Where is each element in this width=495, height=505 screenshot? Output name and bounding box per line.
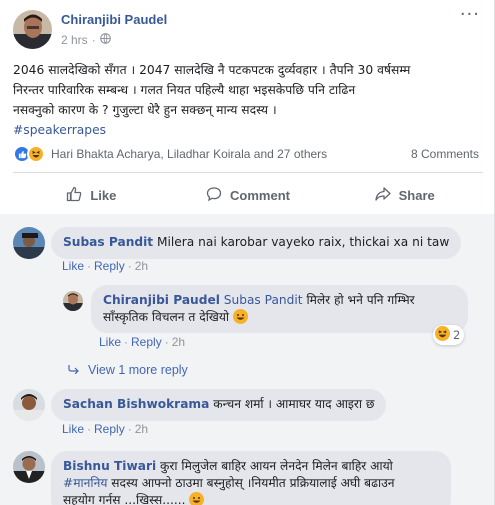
comment-button[interactable]: Comment bbox=[170, 177, 327, 213]
comment-label: Comment bbox=[230, 187, 290, 203]
share-button[interactable]: Share bbox=[326, 177, 483, 213]
reply-like-link[interactable]: Like bbox=[99, 335, 121, 349]
globe-icon bbox=[99, 33, 111, 47]
comment-like-link[interactable]: Like bbox=[62, 422, 84, 436]
hashtag-link[interactable]: #speakerrapes bbox=[13, 120, 483, 140]
commenter-name[interactable]: Subas Pandit bbox=[63, 235, 153, 249]
replier-avatar[interactable] bbox=[63, 291, 83, 311]
post-time[interactable]: 2 hrs bbox=[61, 33, 88, 47]
comment-text: कुरा मिलुजेल बाहिर आयन लेनदेन मिलेन बाहि… bbox=[160, 459, 393, 473]
reaction-count: 2 bbox=[453, 328, 461, 342]
reply-time[interactable]: 2h bbox=[172, 335, 185, 349]
reply-text: मिलेर हो भने पनि गम्भिर bbox=[306, 293, 415, 307]
comment-reply-link[interactable]: Reply bbox=[94, 422, 125, 436]
comment-text: कन्चन शर्मा । आमाघर याद आइरा छ bbox=[213, 397, 375, 411]
grin-emoji-icon bbox=[189, 492, 205, 505]
hashtag-link[interactable]: #माननिय bbox=[63, 476, 107, 490]
commenter-avatar[interactable] bbox=[13, 389, 45, 421]
share-label: Share bbox=[398, 187, 435, 203]
reply-actions: Like · Reply · 2h bbox=[99, 335, 186, 349]
commenter-avatar[interactable] bbox=[13, 451, 45, 483]
commenter-name[interactable]: Bishnu Tiwari bbox=[63, 459, 156, 473]
comment-reply-link[interactable]: Reply bbox=[94, 259, 125, 273]
comment-time[interactable]: 2h bbox=[135, 259, 148, 273]
post-text-line: नसक्नुको कारण के ? गुजुल्टा धेरै हुन सक्… bbox=[13, 103, 277, 117]
commenter-avatar[interactable] bbox=[13, 227, 45, 259]
mention-link[interactable]: Subas Pandit bbox=[224, 293, 303, 307]
post-text-line: निरन्तर पारिवारिक सम्बन्ध । गलत नियत पहि… bbox=[13, 83, 356, 97]
comment-text: Milera nai karobar vayeko raix, thickai … bbox=[157, 235, 450, 249]
author-name[interactable]: Chiranjibi Paudel bbox=[61, 12, 167, 27]
reactions-summary: Hari Bhakta Acharya, Liladhar Koirala an… bbox=[13, 145, 483, 163]
more-options-icon[interactable]: ··· bbox=[460, 4, 480, 25]
haha-reaction-icon bbox=[435, 326, 450, 344]
comment-text: सहयोग गर्नस ...खिस्स...... bbox=[63, 493, 186, 505]
share-arrow-icon bbox=[374, 186, 391, 205]
comment-text: सदस्य आफ्नो ठाउमा बस्नुहोस् ।नियमीत प्रक… bbox=[107, 476, 395, 490]
author-avatar[interactable] bbox=[13, 10, 52, 49]
haha-reaction-icon[interactable] bbox=[27, 145, 45, 163]
comment-actions: Like · Reply · 2h bbox=[62, 259, 149, 273]
comment-actions: Like · Reply · 2h bbox=[62, 422, 149, 436]
reply-text: साँस्कृतिक विचलन त देखियो bbox=[103, 310, 230, 324]
thumbs-up-icon bbox=[66, 186, 82, 205]
divider bbox=[13, 172, 483, 173]
reply-reply-link[interactable]: Reply bbox=[131, 335, 162, 349]
comment-item: Subas Pandit Milera nai karobar vayeko r… bbox=[13, 227, 462, 259]
facebook-post: Chiranjibi Paudel 2 hrs · ··· 2046 सालदे… bbox=[0, 0, 495, 505]
like-label: Like bbox=[90, 187, 117, 203]
like-button[interactable]: Like bbox=[13, 177, 170, 213]
post-text: 2046 सालदेखिको सँगत । 2047 सालदेखि नै पट… bbox=[13, 60, 483, 140]
post-actions: Like Comment Share bbox=[13, 177, 483, 213]
comments-count[interactable]: 8 Comments bbox=[411, 147, 479, 161]
grin-emoji-icon bbox=[232, 309, 248, 324]
replier-name[interactable]: Chiranjibi Paudel bbox=[103, 293, 220, 307]
comment-item: Bishnu Tiwari कुरा मिलुजेल बाहिर आयन लेन… bbox=[13, 451, 451, 505]
comment-like-link[interactable]: Like bbox=[62, 259, 84, 273]
post-text-line: 2046 सालदेखिको सँगत । 2047 सालदेखि नै पट… bbox=[13, 63, 411, 77]
commenter-name[interactable]: Sachan Bishwokrama bbox=[63, 397, 209, 411]
reply-reaction-badge[interactable]: 2 bbox=[433, 325, 465, 345]
view-more-label: View 1 more reply bbox=[88, 363, 188, 377]
post-header: Chiranjibi Paudel 2 hrs · bbox=[13, 10, 167, 49]
comment-item: Sachan Bishwokrama कन्चन शर्मा । आमाघर य… bbox=[13, 389, 387, 421]
comment-time[interactable]: 2h bbox=[135, 422, 148, 436]
reply-item: Chiranjibi Paudel Subas Pandit मिलेर हो … bbox=[63, 285, 468, 333]
view-more-replies[interactable]: View 1 more reply bbox=[68, 363, 188, 377]
comment-bubble-icon bbox=[206, 186, 222, 205]
reply-arrow-icon bbox=[68, 363, 80, 377]
reactors-names[interactable]: Hari Bhakta Acharya, Liladhar Koirala an… bbox=[51, 147, 411, 161]
